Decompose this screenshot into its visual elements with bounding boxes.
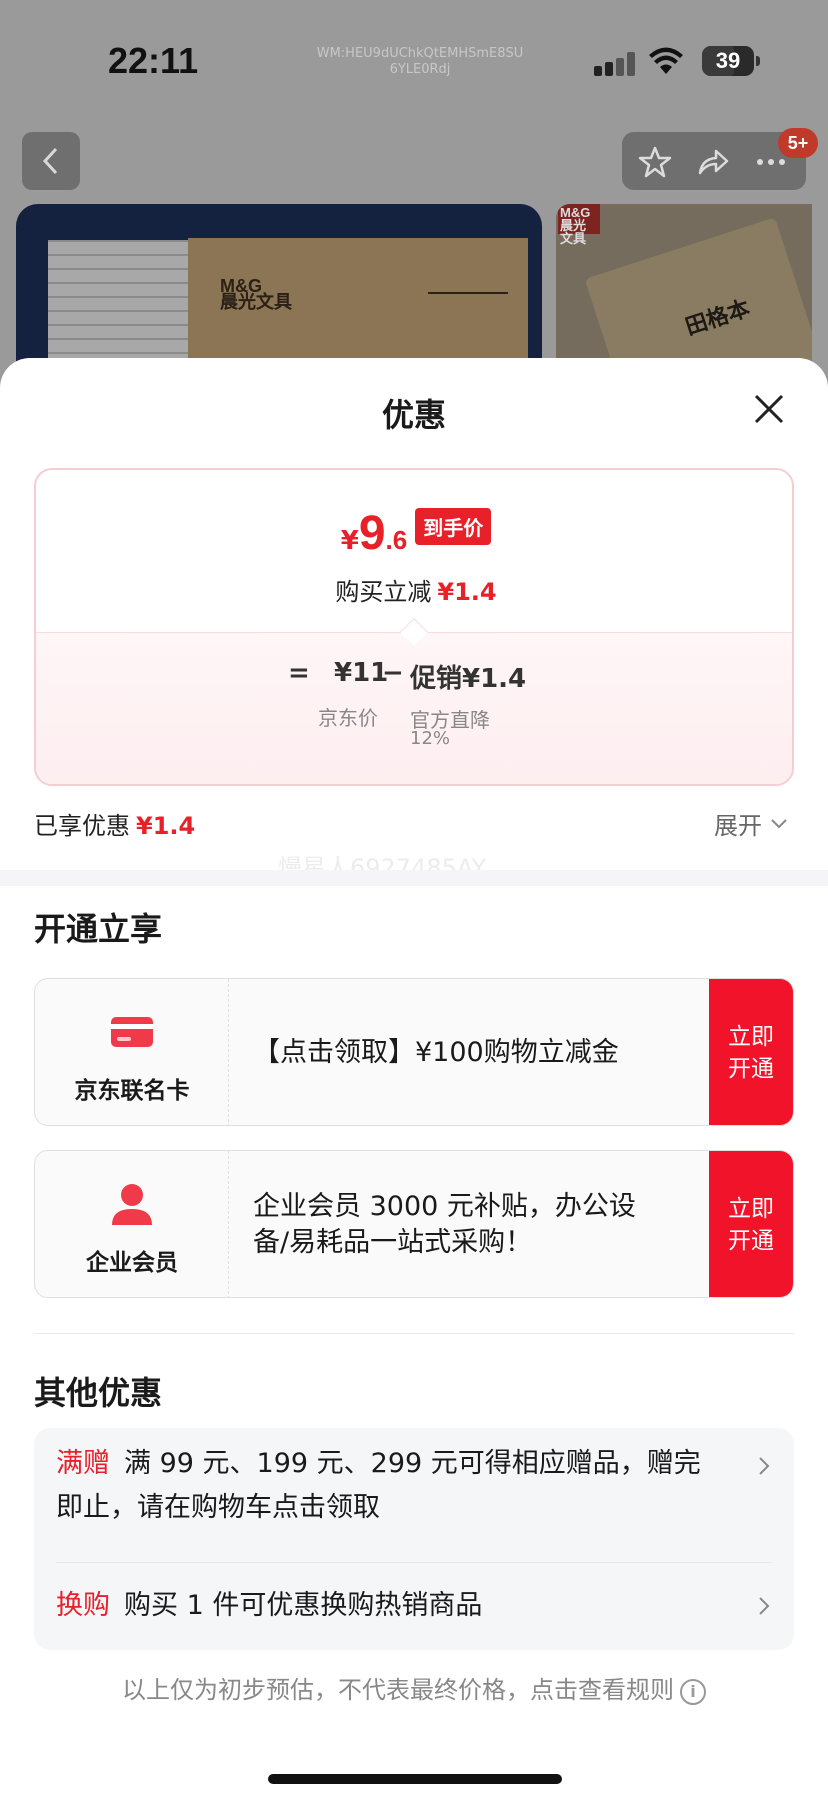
enterprise-member-name: 企业会员 (86, 1250, 178, 1276)
close-icon[interactable] (748, 388, 790, 430)
formula-minus: − (382, 658, 404, 688)
enterprise-member-offer[interactable]: 企业会员 企业会员 3000 元补贴，办公设 备/易耗品一站式采购！ 立即开通 (34, 1150, 794, 1298)
home-indicator (268, 1774, 562, 1784)
jd-price: ¥11 (334, 658, 389, 688)
sheet-title: 优惠 (381, 396, 446, 434)
open-section-title: 开通立享 (34, 910, 163, 948)
signal-icon (594, 52, 636, 76)
jd-cobrand-card-name: 京东联名卡 (74, 1078, 190, 1104)
expand-button[interactable]: 展开 (714, 806, 788, 841)
open-enterprise-button[interactable]: 立即开通 (709, 1151, 793, 1297)
credit-card-icon (111, 1017, 153, 1047)
gift-offer-line2: 即止，请在购物车点击领取 (56, 1492, 380, 1523)
exchange-offer-row[interactable]: 换购 购买 1 件可优惠换购热销商品 (56, 1584, 756, 1628)
final-price: ¥9.6 到手价 (36, 506, 792, 561)
formula-equals: = (288, 658, 310, 688)
other-section-title: 其他优惠 (34, 1374, 163, 1412)
chevron-right-icon[interactable] (754, 1456, 774, 1476)
back-button[interactable] (22, 132, 80, 190)
discount-sheet: 优惠 ¥9.6 到手价 购买立减 ¥1.4 = ¥11 京东价 − 促销¥1.4 官… (0, 358, 828, 1796)
message-badge: 5+ (778, 128, 818, 158)
brand-logo: M&G 晨光文具 (558, 204, 600, 245)
background-page: 22:11 WM:HEU9dUChkQtEMHSmE8SU 6YLE0Rdj 3… (0, 0, 828, 400)
enterprise-member-desc-line1: 企业会员 3000 元补贴，办公设 (253, 1191, 636, 1222)
exchange-tag: 换购 (56, 1590, 110, 1621)
open-jd-card-button[interactable]: 立即开通 (709, 979, 793, 1125)
status-time: 22:11 (108, 40, 199, 81)
gift-tag: 满赠 (56, 1448, 110, 1479)
user-icon (112, 1184, 152, 1225)
chevron-left-icon (42, 147, 58, 175)
chevron-right-icon[interactable] (754, 1596, 774, 1616)
rules-footnote[interactable]: 以上仅为初步预估，不代表最终价格，点击查看规则 i (0, 1670, 828, 1705)
other-offers-list: 满赠满 99 元、199 元、299 元可得相应赠品，赠完 即止，请在购物车点击… (34, 1428, 794, 1650)
jd-cobrand-card-offer[interactable]: 京东联名卡 【点击领取】¥100购物立减金 立即开通 (34, 978, 794, 1126)
jd-cobrand-card-desc: 【点击领取】¥100购物立减金 (253, 1037, 619, 1068)
battery-level: 39 (715, 48, 741, 73)
enterprise-member-desc-line2: 备/易耗品一站式采购！ (253, 1227, 533, 1258)
price-breakdown-card: ¥9.6 到手价 购买立减 ¥1.4 = ¥11 京东价 − 促销¥1.4 官方直降… (34, 468, 794, 786)
battery-icon: 39 (702, 46, 754, 76)
share-icon[interactable] (696, 145, 730, 179)
favorite-star-icon[interactable] (638, 145, 672, 179)
status-bar: 22:11 WM:HEU9dUChkQtEMHSmE8SU 6YLE0Rdj 3… (0, 0, 828, 120)
promo-percent: 12% (410, 728, 451, 749)
info-icon: i (680, 1679, 706, 1705)
promo-amount: 促销¥1.4 (410, 664, 527, 694)
wifi-icon (649, 47, 683, 74)
instant-discount: 购买立减 ¥1.4 (335, 578, 497, 606)
jd-price-label: 京东价 (318, 706, 378, 730)
gift-offer-row[interactable]: 满赠满 99 元、199 元、299 元可得相应赠品，赠完 (56, 1442, 756, 1486)
final-price-tag: 到手价 (415, 508, 492, 545)
enjoyed-discount: 已享优惠 ¥1.4 (34, 812, 196, 840)
chevron-down-icon (771, 818, 787, 828)
status-watermark: WM:HEU9dUChkQtEMHSmE8SU 6YLE0Rdj (316, 46, 524, 77)
brand-logo: M&G 晨光文具 (220, 276, 292, 312)
